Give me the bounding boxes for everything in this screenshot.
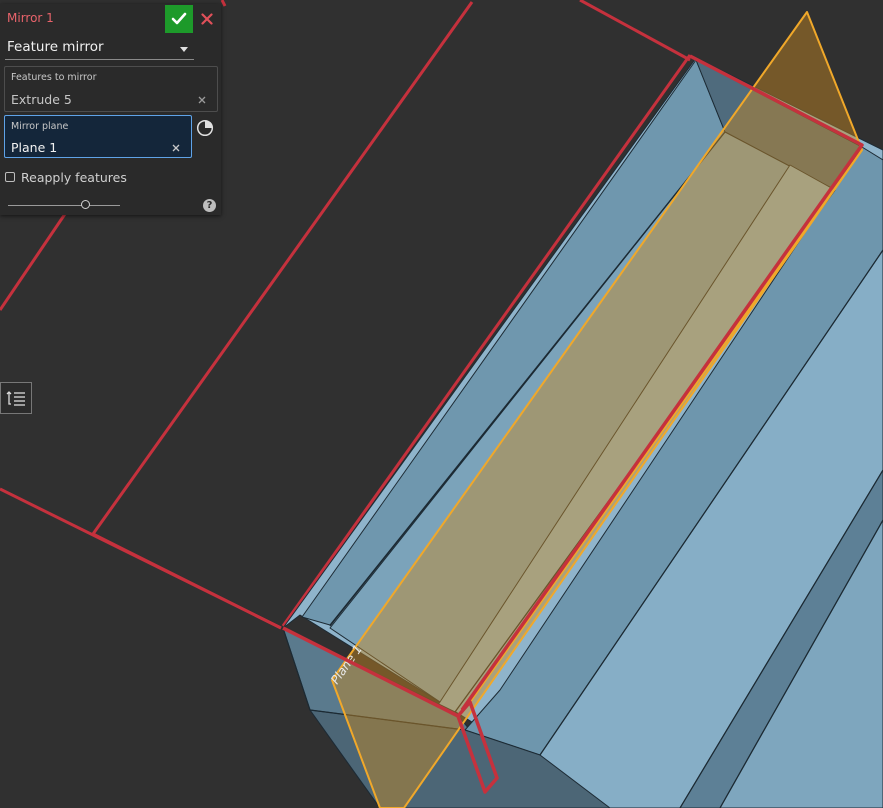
chevron-down-icon bbox=[180, 47, 188, 52]
feature-list-button[interactable] bbox=[0, 382, 32, 414]
dialog-title: Mirror 1 bbox=[7, 11, 54, 25]
selected-feature-chip: Extrude 5 bbox=[11, 92, 72, 107]
remove-plane-icon[interactable] bbox=[170, 142, 182, 154]
help-icon[interactable]: ? bbox=[203, 199, 216, 212]
mirror-type-value: Feature mirror bbox=[7, 39, 104, 55]
slider-thumb[interactable] bbox=[81, 200, 91, 209]
close-icon bbox=[201, 13, 213, 25]
rollback-slider[interactable] bbox=[8, 199, 120, 211]
check-icon bbox=[171, 12, 187, 25]
selected-plane-chip: Plane 1 bbox=[11, 140, 58, 155]
reapply-features-checkbox[interactable] bbox=[5, 172, 15, 182]
remove-feature-icon[interactable] bbox=[196, 94, 208, 106]
features-to-mirror-label: Features to mirror bbox=[11, 72, 97, 83]
mirror-feature-dialog: Mirror 1 Feature mirror Features to mirr… bbox=[0, 4, 221, 215]
mirror-plane-label: Mirror plane bbox=[11, 121, 69, 132]
mirror-type-select[interactable]: Feature mirror bbox=[5, 37, 194, 60]
confirm-button[interactable] bbox=[165, 5, 193, 33]
reapply-features-label: Reapply features bbox=[21, 170, 127, 185]
slider-track bbox=[8, 205, 120, 206]
mirror-plane-field[interactable]: Mirror plane Plane 1 bbox=[4, 115, 192, 158]
features-to-mirror-field[interactable]: Features to mirror Extrude 5 bbox=[4, 66, 218, 112]
pie-gauge-icon[interactable] bbox=[196, 119, 214, 137]
cancel-button[interactable] bbox=[197, 7, 217, 31]
feature-list-icon bbox=[6, 391, 25, 406]
